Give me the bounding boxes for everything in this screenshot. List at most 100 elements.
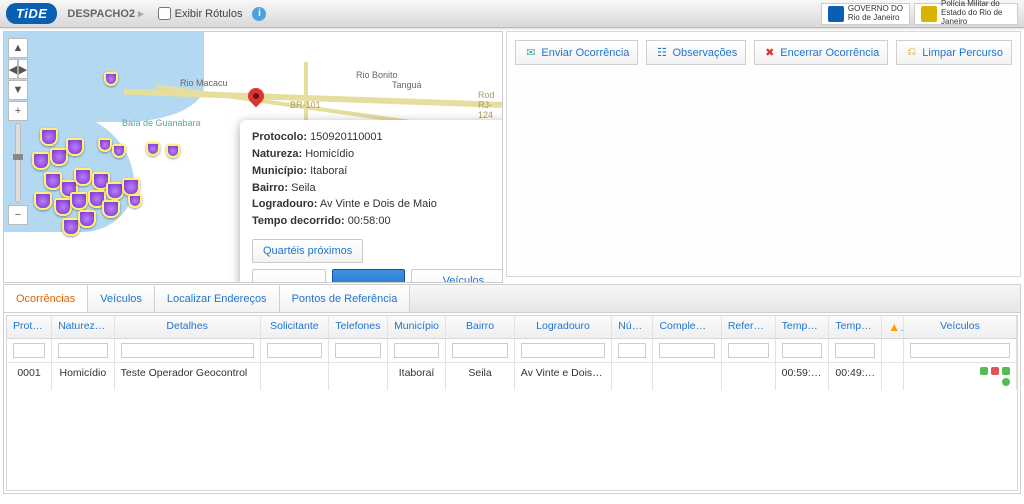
action-bar: ✉ Enviar Ocorrência ☷ Observações ✖Encerra… [513, 38, 1014, 67]
popup-tempo-label: Tempo decorrido: [252, 215, 345, 227]
veiculos-proximos-button[interactable]: Veículos próximos [411, 269, 504, 283]
map-marker-cluster[interactable] [98, 138, 112, 152]
map-marker-cluster[interactable] [104, 72, 118, 86]
col-telefones[interactable]: Telefones [329, 316, 388, 338]
filter-veiculos[interactable] [910, 343, 1010, 358]
empenhar-button[interactable]: Empenhar [332, 269, 405, 283]
observations-icon: ☷ [655, 46, 668, 59]
top-toolbar: TiDE DESPACHO2 Exibir Rótulos i GOVERNO … [0, 0, 1024, 28]
cell-detalhes: Teste Operador Geocontrol [115, 363, 261, 390]
tab-localizar-enderecos[interactable]: Localizar Endereços [155, 285, 280, 312]
filter-municipio[interactable] [394, 343, 440, 358]
col-complemento[interactable]: Complemento [653, 316, 721, 338]
filter-logradouro[interactable] [521, 343, 606, 358]
main-area: Rio Bonito Tanguá Rio Macacu Iguaba Gran… [0, 28, 1024, 280]
map-zoom-out[interactable]: − [8, 205, 28, 225]
grid-row[interactable]: 0001 Homicídio Teste Operador Geocontrol… [7, 363, 1017, 390]
map-marker-cluster[interactable] [166, 144, 180, 158]
map-marker-cluster[interactable] [66, 138, 84, 156]
col-detalhes[interactable]: Detalhes [115, 316, 261, 338]
col-solicitante[interactable]: Solicitante [261, 316, 329, 338]
popup-logradouro-value: Av Vinte e Dois de Maio [320, 198, 437, 210]
map-pan-right[interactable]: ▶ [18, 59, 28, 79]
map-marker-cluster[interactable] [128, 194, 142, 208]
map-panel[interactable]: Rio Bonito Tanguá Rio Macacu Iguaba Gran… [3, 31, 503, 283]
col-alert[interactable]: ▲ [882, 316, 904, 338]
map-pan-up[interactable]: ▲ [8, 38, 28, 58]
exibir-rotulos-checkbox[interactable] [158, 7, 171, 20]
map-marker-cluster[interactable] [112, 144, 126, 158]
filter-complemento[interactable] [659, 343, 714, 358]
cell-municipio: Itaboraí [388, 363, 447, 390]
map-pan-down[interactable]: ▼ [8, 80, 28, 100]
vehicle-status-icon[interactable] [991, 367, 999, 375]
vehicle-status-icon[interactable] [980, 367, 988, 375]
encerrar-ocorrencia-button[interactable]: ✖Encerrar Ocorrência [754, 40, 888, 65]
vehicle-status-icon[interactable] [1002, 378, 1010, 386]
popup-logradouro-label: Logradouro: [252, 198, 317, 210]
map-marker-cluster[interactable] [34, 192, 52, 210]
vehicle-status-icon[interactable] [1002, 367, 1010, 375]
enviar-label: Enviar Ocorrência [541, 47, 629, 59]
cell-logradouro: Av Vinte e Dois de Maio [515, 363, 613, 390]
col-veiculos[interactable]: Veículos [904, 316, 1017, 338]
filter-tempo-des[interactable] [835, 343, 875, 358]
col-bairro[interactable]: Bairro [446, 316, 514, 338]
tab-ocorrencias[interactable]: Ocorrências [4, 285, 88, 312]
map-marker-cluster[interactable] [146, 142, 160, 156]
close-icon: ✖ [763, 46, 776, 59]
selected-occurrence-pin[interactable] [248, 88, 264, 110]
section-label[interactable]: DESPACHO2 [67, 7, 143, 20]
limpar-percurso-button[interactable]: ⎌Limpar Percurso [896, 40, 1012, 65]
filter-solicitante[interactable] [267, 343, 322, 358]
limpar-label: Limpar Percurso [922, 47, 1003, 59]
filter-protocolo[interactable] [13, 343, 45, 358]
observacoes-label: Observações [672, 47, 737, 59]
map-marker-cluster[interactable] [70, 192, 88, 210]
filter-telefones[interactable] [335, 343, 381, 358]
map-marker-cluster[interactable] [102, 200, 120, 218]
col-tempo-total[interactable]: Tempo Tot. [776, 316, 830, 338]
enviar-ocorrencia-button[interactable]: ✉ Enviar Ocorrência [515, 40, 638, 65]
map-zoom-in[interactable]: + [8, 101, 28, 121]
quarteis-proximos-button[interactable]: Quartéis próximos [252, 239, 363, 263]
col-numero[interactable]: Número [612, 316, 653, 338]
map-marker-cluster[interactable] [78, 210, 96, 228]
filter-bairro[interactable] [452, 343, 507, 358]
map-label: Rio Bonito [356, 70, 398, 80]
filter-referencia[interactable] [728, 343, 769, 358]
cell-telefones [329, 363, 388, 390]
pmrj-text: Polícia Militar do Estado do Rio de Jane… [941, 0, 1011, 26]
cell-numero [612, 363, 653, 390]
gov-rj-shield-icon [828, 6, 844, 22]
col-tempo-desp[interactable]: Tempo Des. [829, 316, 882, 338]
tab-veiculos[interactable]: Veículos [88, 285, 155, 312]
map-label: Baía de Guanabara [122, 118, 201, 128]
filter-numero[interactable] [618, 343, 646, 358]
map-zoom-slider[interactable] [15, 123, 21, 203]
cell-natureza: Homicídio [52, 363, 115, 390]
map-marker-cluster[interactable] [40, 128, 58, 146]
col-protocolo[interactable]: Protocolo [7, 316, 52, 338]
map-label: Tanguá [392, 80, 422, 90]
popup-natureza-label: Natureza: [252, 148, 302, 160]
col-referencia[interactable]: Referência [722, 316, 776, 338]
filter-detalhes[interactable] [121, 343, 254, 358]
selecionar-button[interactable]: Selecionar [252, 269, 326, 283]
map-pan-left[interactable]: ◀ [8, 59, 18, 79]
send-icon: ✉ [524, 46, 537, 59]
info-icon[interactable]: i [252, 7, 266, 21]
col-natureza[interactable]: Natureza Inicial [52, 316, 115, 338]
exibir-rotulos-toggle[interactable]: Exibir Rótulos i [158, 7, 267, 21]
map-label: BR-101 [290, 100, 321, 110]
col-logradouro[interactable]: Logradouro [515, 316, 613, 338]
filter-natureza[interactable] [58, 343, 108, 358]
filter-tempo-tot[interactable] [782, 343, 823, 358]
col-municipio[interactable]: Município [388, 316, 447, 338]
grid-filter-row [7, 339, 1017, 363]
map-marker-cluster[interactable] [32, 152, 50, 170]
tab-pontos-referencia[interactable]: Pontos de Referência [280, 285, 411, 312]
observacoes-button[interactable]: ☷ Observações [646, 40, 746, 65]
map-marker-cluster[interactable] [74, 168, 92, 186]
map-marker-cluster[interactable] [50, 148, 68, 166]
